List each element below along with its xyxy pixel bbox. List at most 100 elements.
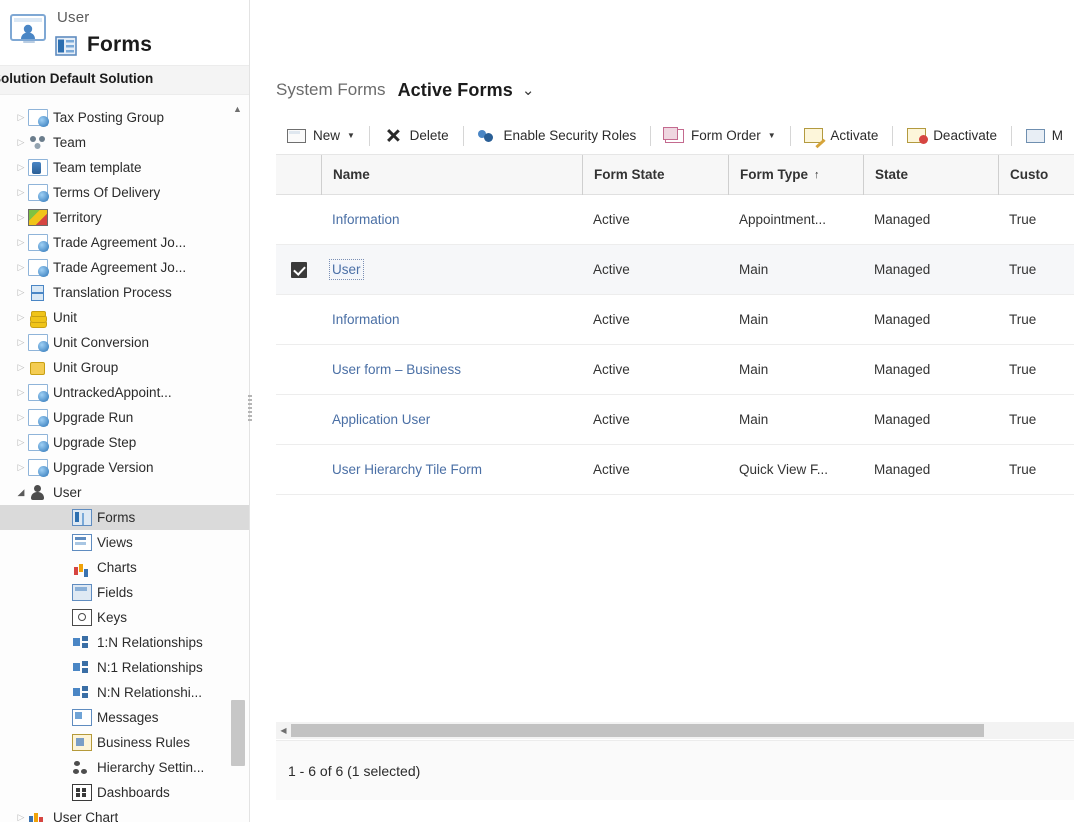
tree-item-hierarchy-settin[interactable]: Hierarchy Settin... (0, 755, 250, 780)
tree-vertical-scrollbar[interactable]: ▲ (230, 102, 245, 817)
collapse-arrow-icon[interactable]: ▷ (14, 305, 28, 330)
splitter-grip-icon[interactable] (248, 395, 252, 423)
grid-cell-text: Managed (874, 412, 930, 427)
form-name-link[interactable]: Application User (332, 412, 430, 427)
tree-item-territory[interactable]: ▷ Territory (0, 205, 250, 230)
toolbar-button-form-order[interactable]: Form Order▼ (654, 121, 787, 151)
tree-item-upgrade-version[interactable]: ▷Upgrade Version (0, 455, 250, 480)
grid-cell-text: True (1009, 262, 1036, 277)
tree-item-forms[interactable]: Forms (0, 505, 250, 530)
table-row[interactable]: InformationActiveAppointment...ManagedTr… (276, 195, 1074, 245)
scroll-up-arrow-icon[interactable]: ▲ (230, 102, 245, 116)
tree-item-label: Dashboards (97, 780, 170, 805)
grid-cell-checkbox[interactable] (276, 195, 321, 245)
collapse-arrow-icon[interactable]: ▷ (14, 155, 28, 180)
collapse-arrow-icon[interactable]: ▷ (14, 105, 28, 130)
tree-item-upgrade-run[interactable]: ▷Upgrade Run (0, 405, 250, 430)
scroll-left-arrow-icon[interactable]: ◀ (276, 722, 291, 739)
panel-splitter[interactable] (246, 0, 254, 822)
tree-item-1-n-relationships[interactable]: 1:N Relationships (0, 630, 250, 655)
collapse-arrow-icon[interactable]: ▷ (14, 405, 28, 430)
expand-arrow-icon[interactable]: ◢ (14, 480, 28, 505)
tree-item-n-1-relationships[interactable]: N:1 Relationships (0, 655, 250, 680)
tree-item-charts[interactable]: Charts (0, 555, 250, 580)
grid-horizontal-scrollbar[interactable]: ◀ (276, 722, 1074, 739)
grid-cell-checkbox[interactable] (276, 445, 321, 495)
grid-cell-checkbox[interactable] (276, 345, 321, 395)
tree-item-translation-process[interactable]: ▷Translation Process (0, 280, 250, 305)
collapse-arrow-icon[interactable]: ▷ (14, 430, 28, 455)
collapse-arrow-icon[interactable]: ▷ (14, 255, 28, 280)
collapse-arrow-icon[interactable]: ▷ (14, 805, 28, 822)
toolbar-button-delete[interactable]: Delete (373, 121, 460, 151)
tree-item-dashboards[interactable]: Dashboards (0, 780, 250, 805)
form-name-link[interactable]: User Hierarchy Tile Form (332, 462, 482, 477)
tree-item-team[interactable]: ▷Team (0, 130, 250, 155)
collapse-arrow-icon[interactable]: ▷ (14, 280, 28, 305)
form-name-link[interactable]: User (332, 262, 361, 277)
collapse-arrow-icon[interactable]: ▷ (14, 230, 28, 255)
tree-item-user-chart[interactable]: ▷User Chart (0, 805, 250, 822)
table-row[interactable]: UserActiveMainManagedTrue (276, 245, 1074, 295)
form-name-link[interactable]: Information (332, 212, 400, 227)
row-select-checkbox[interactable] (291, 262, 307, 278)
tree-item-unit-group[interactable]: ▷Unit Group (0, 355, 250, 380)
tree-item-tax-posting-group[interactable]: ▷Tax Posting Group (0, 105, 250, 130)
grid-cell-text: Active (593, 312, 630, 327)
tree-item-untrackedappoint[interactable]: ▷UntrackedAppoint... (0, 380, 250, 405)
grid-cell-checkbox[interactable] (276, 395, 321, 445)
tree-item-fields[interactable]: Fields (0, 580, 250, 605)
table-row[interactable]: User Hierarchy Tile FormActiveQuick View… (276, 445, 1074, 495)
grid-header-fstate[interactable]: Form State (582, 155, 728, 195)
tree-item-user[interactable]: ◢User (0, 480, 250, 505)
tree-item-team-template[interactable]: ▷Team template (0, 155, 250, 180)
hscroll-track[interactable] (291, 723, 1074, 738)
hscroll-thumb[interactable] (291, 724, 984, 737)
collapse-arrow-icon[interactable]: ▷ (14, 355, 28, 380)
table-row[interactable]: Application UserActiveMainManagedTrue (276, 395, 1074, 445)
grid-cell-checkbox[interactable] (276, 245, 321, 295)
tree-item-messages[interactable]: Messages (0, 705, 250, 730)
collapse-arrow-icon[interactable]: ▷ (14, 330, 28, 355)
tree-item-trade-agreement-jo[interactable]: ▷Trade Agreement Jo... (0, 230, 250, 255)
collapse-arrow-icon[interactable]: ▷ (14, 380, 28, 405)
form-name-link[interactable]: Information (332, 312, 400, 327)
tree-item-unit-conversion[interactable]: ▷Unit Conversion (0, 330, 250, 355)
grid-header-name[interactable]: Name (321, 155, 582, 195)
toolbar-button-label: Delete (410, 128, 449, 143)
grid-cell-checkbox[interactable] (276, 295, 321, 345)
toolbar-button-deactivate[interactable]: Deactivate (896, 121, 1008, 151)
tree-item-unit[interactable]: ▷Unit (0, 305, 250, 330)
collapse-arrow-icon[interactable]: ▷ (14, 180, 28, 205)
tree-item-upgrade-step[interactable]: ▷Upgrade Step (0, 430, 250, 455)
tree-item-label: Territory (53, 205, 102, 230)
grid-header-state[interactable]: State (863, 155, 998, 195)
forms-icon (55, 36, 77, 56)
table-row[interactable]: User form – BusinessActiveMainManagedTru… (276, 345, 1074, 395)
tree-item-views[interactable]: Views (0, 530, 250, 555)
tree-item-n-n-relationshi[interactable]: N:N Relationshi... (0, 680, 250, 705)
tree-item-keys[interactable]: Keys (0, 605, 250, 630)
toolbar-button-enable-security-roles[interactable]: Enable Security Roles (466, 121, 647, 151)
sort-ascending-icon: ↑ (814, 169, 820, 181)
table-row[interactable]: InformationActiveMainManagedTrue (276, 295, 1074, 345)
tree-item-trade-agreement-jo[interactable]: ▷Trade Agreement Jo... (0, 255, 250, 280)
chevron-down-icon[interactable]: ▼ (347, 131, 355, 140)
messages-icon (72, 709, 92, 726)
form-name-link[interactable]: User form – Business (332, 362, 461, 377)
collapse-arrow-icon[interactable]: ▷ (14, 130, 28, 155)
toolbar-button-new[interactable]: New▼ (276, 121, 366, 151)
toolbar-button-m[interactable]: M (1015, 121, 1074, 151)
tree-scrollbar-thumb[interactable] (231, 700, 245, 766)
grid-header-ftype[interactable]: Form Type↑ (728, 155, 863, 195)
grid-header-cust[interactable]: Custo (998, 155, 1074, 195)
tree-item-business-rules[interactable]: Business Rules (0, 730, 250, 755)
collapse-arrow-icon[interactable]: ▷ (14, 455, 28, 480)
active-view-name[interactable]: Active Forms (398, 80, 513, 101)
chevron-down-icon[interactable]: ⌄ (522, 81, 535, 99)
toolbar-button-activate[interactable]: Activate (793, 121, 889, 151)
chevron-down-icon[interactable]: ▼ (768, 131, 776, 140)
tree-item-label: Fields (97, 580, 133, 605)
collapse-arrow-icon[interactable]: ▷ (14, 205, 28, 230)
tree-item-terms-of-delivery[interactable]: ▷Terms Of Delivery (0, 180, 250, 205)
